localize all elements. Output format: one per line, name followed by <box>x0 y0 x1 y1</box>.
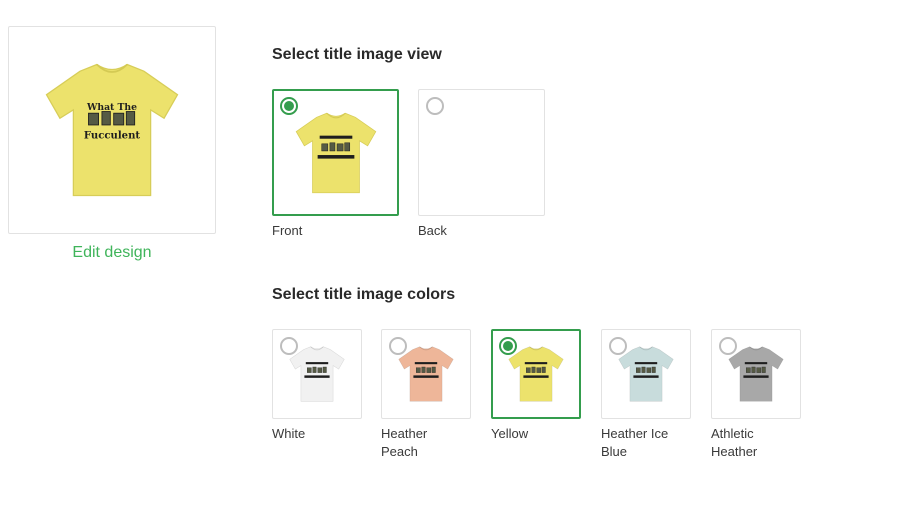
radio-selected-icon[interactable] <box>499 337 517 355</box>
color-option-yellow[interactable] <box>491 329 581 419</box>
color-option-white-label: White <box>272 426 306 441</box>
view-option-back[interactable] <box>418 89 545 216</box>
radio-unselected-icon[interactable] <box>280 337 298 355</box>
radio-unselected-icon[interactable] <box>426 97 444 115</box>
radio-unselected-icon[interactable] <box>389 337 407 355</box>
color-option-heather-ice-blue[interactable] <box>601 329 691 419</box>
color-option-yellow-label: Yellow <box>491 426 529 441</box>
view-option-front-label: Front <box>272 223 303 238</box>
tshirt-front-icon <box>295 112 376 193</box>
color-option-heather-peach-label: Heather Peach <box>381 426 428 459</box>
design-text-line-2: Fucculent <box>84 129 140 141</box>
color-option-heather-peach[interactable] <box>381 329 471 419</box>
radio-unselected-icon[interactable] <box>719 337 737 355</box>
view-option-back-label: Back <box>418 223 447 238</box>
color-option-white[interactable] <box>272 329 362 419</box>
view-section-title: Select title image view <box>272 46 442 63</box>
radio-unselected-icon[interactable] <box>609 337 627 355</box>
color-option-heather-ice-blue-label: Heather Ice Blue <box>601 426 669 459</box>
color-option-athletic-heather[interactable] <box>711 329 801 419</box>
tshirt-preview-image: What The Fucculent <box>45 63 179 197</box>
color-section-title: Select title image colors <box>272 286 456 303</box>
edit-design-link[interactable]: Edit design <box>8 244 216 262</box>
product-preview-card: What The Fucculent <box>8 26 216 234</box>
view-option-front[interactable] <box>272 89 399 216</box>
color-option-athletic-heather-label: Athletic Heather <box>711 426 758 459</box>
radio-selected-icon[interactable] <box>280 97 298 115</box>
